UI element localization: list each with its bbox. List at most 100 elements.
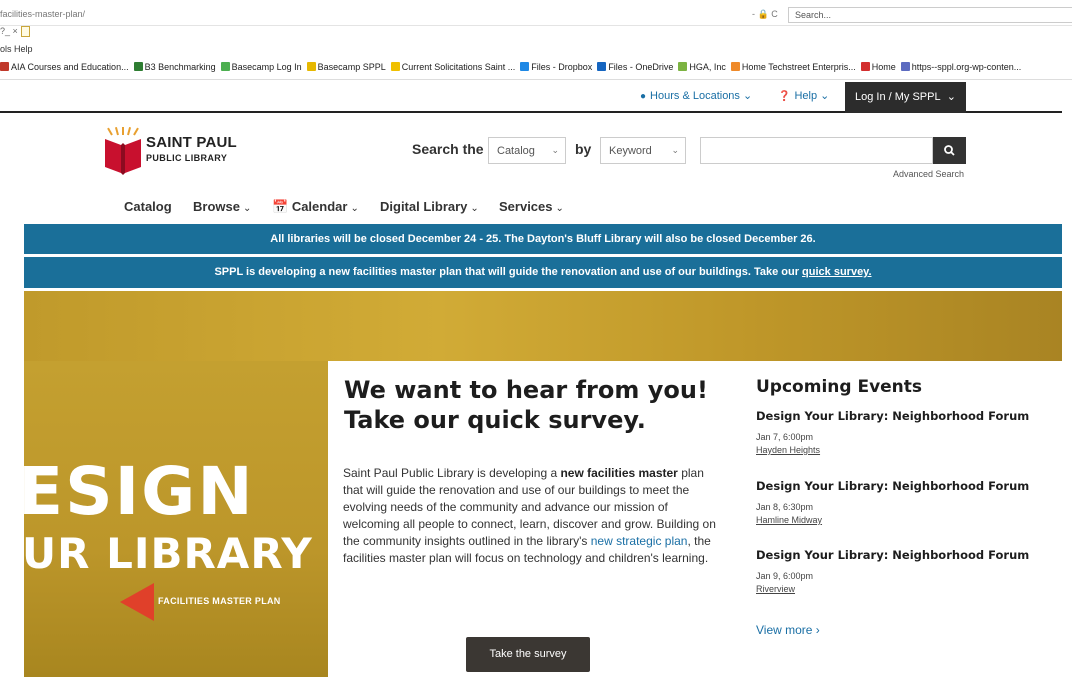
bookmark-icon: [860, 62, 870, 71]
search-icon: [944, 145, 955, 156]
search-button[interactable]: [933, 137, 966, 164]
triangle-arrow-icon: [120, 583, 154, 621]
new-tab-icon[interactable]: [20, 26, 30, 38]
chevron-down-icon: ⌄: [820, 90, 830, 102]
catalog-select[interactable]: Catalog ⌄: [488, 137, 566, 164]
body-paragraph: Saint Paul Public Library is developing …: [343, 465, 723, 567]
view-more-link[interactable]: View more ›: [756, 623, 820, 637]
chevron-down-icon: ⌄: [555, 203, 564, 214]
hero-design-text: ESIGN: [24, 453, 255, 530]
library-logo-icon[interactable]: [103, 127, 143, 175]
bookmark-item[interactable]: AIA Courses and Education...: [0, 62, 129, 72]
bookmark-label: Files - Dropbox: [531, 62, 593, 72]
events-title: Upcoming Events: [756, 377, 923, 397]
hours-locations-link[interactable]: ● Hours & Locations ⌄: [640, 89, 752, 102]
hero-banner: ESIGN UR LIBRARY FACILITIES MASTER PLAN …: [24, 291, 1062, 677]
catalog-select-value: Catalog: [497, 145, 535, 157]
chevron-down-icon: ⌄: [470, 203, 479, 214]
event-title[interactable]: Design Your Library: Neighborhood Forum: [756, 409, 1056, 423]
nav-digital-library[interactable]: Digital Library ⌄: [380, 199, 479, 214]
chevron-down-icon: ⌄: [350, 203, 359, 214]
headline-line1: We want to hear from you!: [344, 376, 708, 404]
calendar-icon: 📅: [272, 199, 289, 214]
hero-fmp-text: FACILITIES MASTER PLAN: [158, 596, 281, 606]
bookmark-item[interactable]: Basecamp SPPL: [306, 62, 386, 72]
map-pin-icon: ●: [640, 91, 647, 102]
bookmark-item[interactable]: Home Techstreet Enterpris...: [730, 62, 856, 72]
url-field[interactable]: facilities-master-plan/: [0, 9, 85, 19]
closure-alert: All libraries will be closed December 24…: [24, 224, 1062, 254]
lock-reload-icons[interactable]: - 🔒 C: [752, 9, 778, 20]
logo-subtitle[interactable]: PUBLIC LIBRARY: [146, 153, 227, 163]
bookmark-icon: [133, 62, 143, 71]
event-location[interactable]: Hayden Heights: [756, 445, 1056, 455]
browser-chrome: facilities-master-plan/ - 🔒 C Search... …: [0, 0, 1072, 82]
page-title: We want to hear from you! Take our quick…: [344, 375, 744, 435]
bookmark-label: Home Techstreet Enterpris...: [741, 62, 856, 72]
facilities-plan-alert: SPPL is developing a new facilities mast…: [24, 257, 1062, 288]
bookmark-item[interactable]: Files - Dropbox: [520, 62, 592, 72]
browser-menu[interactable]: ols Help: [0, 44, 33, 54]
bookmark-icon: [730, 62, 740, 71]
hero-image-strip: [24, 291, 1062, 361]
advanced-search-link[interactable]: Advanced Search: [893, 169, 964, 179]
event-item: Design Your Library: Neighborhood Forum …: [756, 479, 1056, 525]
nav-services-label: Services: [499, 199, 553, 214]
body-bold: new facilities master: [560, 466, 678, 480]
bookmark-icon: [306, 62, 316, 71]
nav-browse-label: Browse: [193, 199, 240, 214]
login-label: Log In / My SPPL: [855, 91, 941, 103]
keyword-select[interactable]: Keyword ⌄: [600, 137, 686, 164]
event-location[interactable]: Riverview: [756, 584, 1056, 594]
nav-services[interactable]: Services ⌄: [499, 199, 564, 214]
quick-survey-link[interactable]: quick survey.: [802, 266, 872, 278]
event-date: Jan 7, 6:00pm: [756, 432, 814, 442]
bookmark-item[interactable]: B3 Benchmarking: [133, 62, 216, 72]
event-title[interactable]: Design Your Library: Neighborhood Forum: [756, 479, 1056, 493]
bookmark-item[interactable]: Home: [860, 62, 896, 72]
nav-browse[interactable]: Browse ⌄: [193, 199, 251, 214]
address-bar-row: facilities-master-plan/ - 🔒 C Search...: [0, 4, 1072, 26]
event-location[interactable]: Hamline Midway: [756, 515, 1056, 525]
bookmark-item[interactable]: HGA, Inc: [678, 62, 726, 72]
event-date: Jan 8, 6:30pm: [756, 502, 814, 512]
bookmark-item[interactable]: Current Solicitations Saint ...: [390, 62, 515, 72]
event-date: Jan 9, 6:00pm: [756, 571, 814, 581]
login-button[interactable]: Log In / My SPPL ⌄: [845, 82, 966, 113]
take-survey-button[interactable]: Take the survey: [466, 637, 590, 672]
bookmark-icon: [900, 62, 910, 71]
bookmark-label: Home: [871, 62, 896, 72]
chevron-down-icon: ⌄: [946, 91, 956, 103]
strategic-plan-link[interactable]: new strategic plan: [591, 534, 688, 548]
content-panel: We want to hear from you! Take our quick…: [328, 361, 1062, 677]
bookmark-label: Files - OneDrive: [608, 62, 674, 72]
bookmark-icon: [220, 62, 230, 71]
bookmark-item[interactable]: Basecamp Log In: [220, 62, 302, 72]
help-icon: ❓: [778, 91, 791, 102]
bookmark-item[interactable]: Files - OneDrive: [597, 62, 673, 72]
search-input[interactable]: [700, 137, 933, 164]
tab-row: ?_ ×: [0, 26, 30, 42]
bookmark-item[interactable]: https--sppl.org-wp-conten...: [900, 62, 1022, 72]
bookmark-label: AIA Courses and Education...: [11, 62, 129, 72]
event-item: Design Your Library: Neighborhood Forum …: [756, 409, 1056, 455]
bookmark-label: HGA, Inc: [689, 62, 726, 72]
chevron-down-icon: ⌄: [242, 203, 252, 214]
browser-search-input[interactable]: Search...: [788, 7, 1072, 23]
bookmark-label: B3 Benchmarking: [144, 62, 216, 72]
search-the-label: Search the: [412, 141, 484, 157]
nav-catalog[interactable]: Catalog: [124, 199, 172, 214]
bookmarks-bar: AIA Courses and Education... B3 Benchmark…: [0, 62, 1072, 80]
keyword-select-value: Keyword: [609, 145, 652, 157]
body-text-1: Saint Paul Public Library is developing …: [343, 466, 561, 480]
utility-bar: ● Hours & Locations ⌄ ❓ Help ⌄ Log In / My…: [0, 82, 1062, 113]
bookmark-label: https--sppl.org-wp-conten...: [911, 62, 1022, 72]
help-link[interactable]: ❓ Help ⌄: [778, 89, 829, 102]
nav-digital-label: Digital Library: [380, 199, 468, 214]
bookmark-icon: [678, 62, 688, 71]
logo-title[interactable]: SAINT PAUL: [146, 134, 237, 151]
event-title[interactable]: Design Your Library: Neighborhood Forum: [756, 548, 1056, 562]
nav-calendar[interactable]: 📅 Calendar ⌄: [272, 199, 359, 215]
browser-tab[interactable]: ?_ ×: [0, 26, 18, 36]
bookmark-icon: [0, 62, 9, 71]
